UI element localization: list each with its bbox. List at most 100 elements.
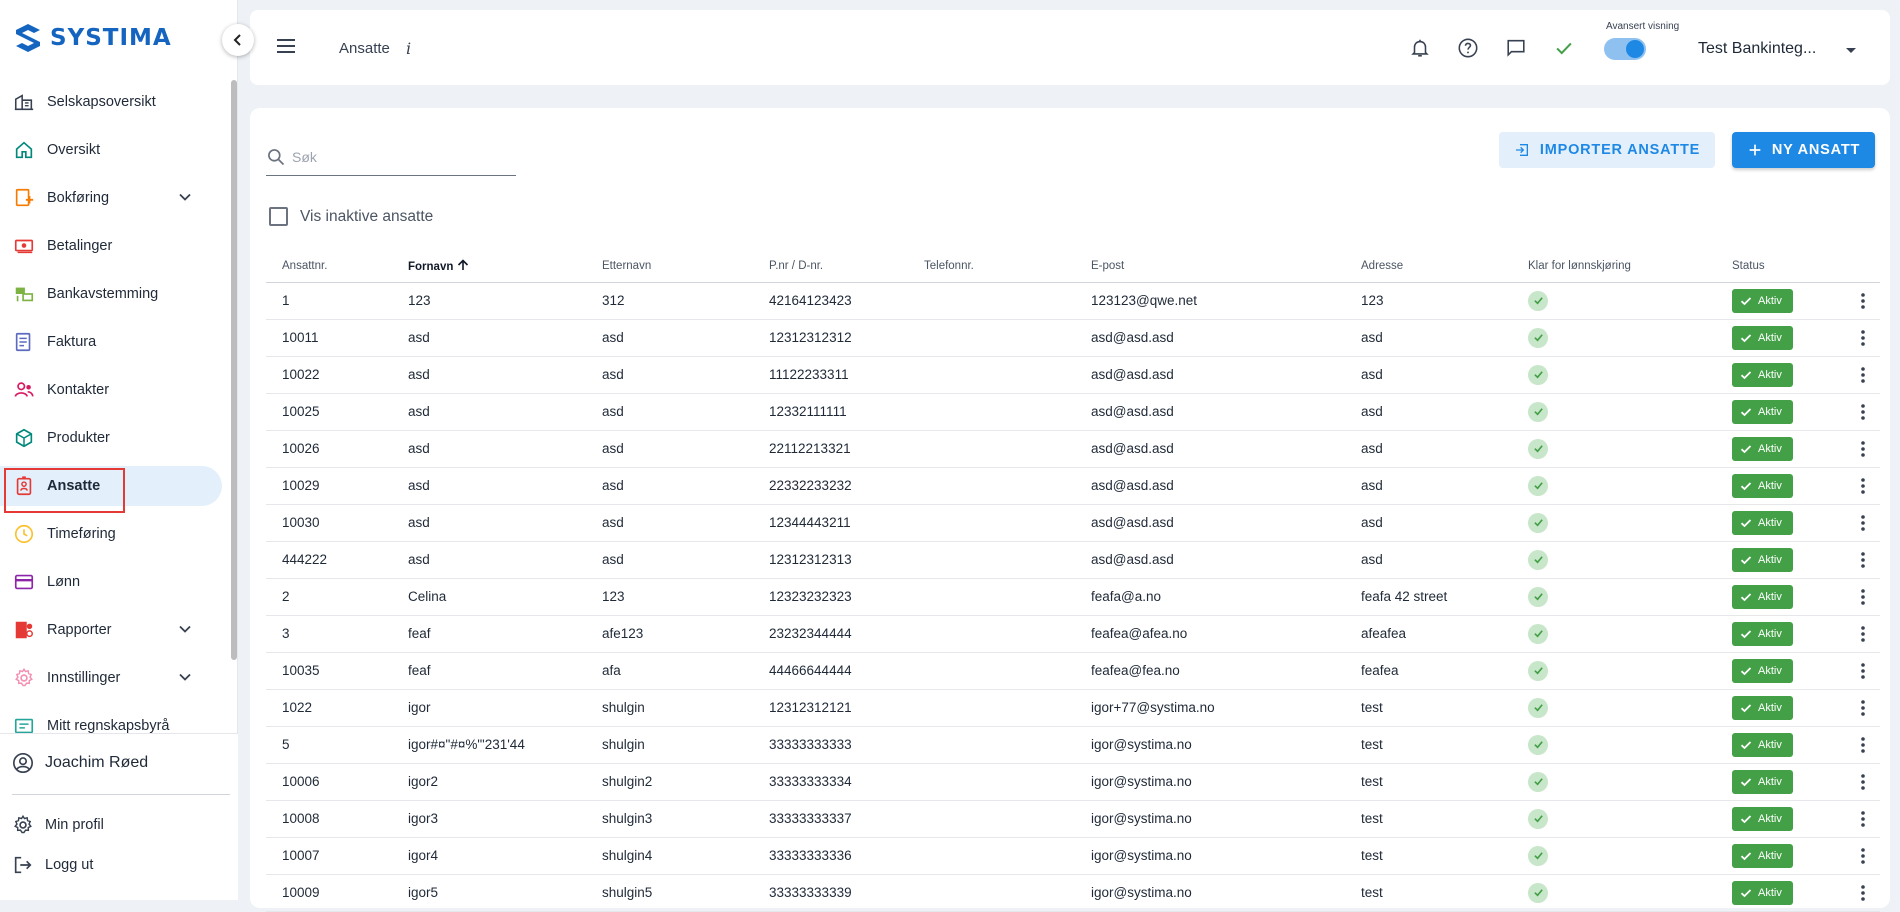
search-input[interactable]: Søk [292, 149, 317, 165]
table-row[interactable]: 10022 asd asd 11122233311 asd@asd.asd asd Akti… [266, 356, 1880, 394]
row-actions-button[interactable] [1830, 504, 1880, 542]
sync-status-button[interactable] [1552, 36, 1576, 60]
status-badge[interactable]: Aktiv [1732, 621, 1793, 646]
row-actions-button[interactable] [1830, 689, 1880, 727]
new-employee-button[interactable]: NY ANSATT [1732, 132, 1875, 168]
row-actions-button[interactable] [1830, 726, 1880, 764]
row-actions-button[interactable] [1830, 615, 1880, 653]
row-actions-button[interactable] [1830, 874, 1880, 912]
company-selector[interactable]: Test Bankinteg... [1698, 40, 1816, 58]
table-row[interactable]: 10007 igor4 shulgin4 33333333336 igor@systim… [266, 837, 1880, 875]
status-badge[interactable]: Aktiv [1732, 732, 1793, 757]
column-header-first-name[interactable]: Fornavn [392, 250, 586, 283]
cell-phone [908, 578, 1075, 616]
help-button[interactable] [1456, 36, 1480, 60]
chevron-down-icon[interactable] [178, 622, 192, 641]
sidebar-item-invoice[interactable]: Faktura [0, 322, 232, 362]
status-badge[interactable]: Aktiv [1732, 806, 1793, 831]
show-inactive-checkbox-row[interactable]: Vis inaktive ansatte [269, 207, 433, 226]
row-actions-button[interactable] [1830, 282, 1880, 320]
sidebar-scrollbar[interactable] [231, 80, 237, 660]
status-badge[interactable]: Aktiv [1732, 399, 1793, 424]
column-header-payroll-ready[interactable]: Klar for lønnskjøring [1512, 250, 1716, 283]
sidebar-item-clock[interactable]: Timeføring [0, 514, 232, 554]
sidebar-item-employees[interactable]: Ansatte [0, 466, 222, 506]
sidebar-item-bank-reconciliation[interactable]: Bankavstemming [0, 274, 232, 314]
table-row[interactable]: 10029 asd asd 22332233232 asd@asd.asd asd Akti… [266, 467, 1880, 505]
systima-logo[interactable]: SYSTIMA [14, 22, 172, 54]
column-header-email[interactable]: E-post [1075, 250, 1345, 283]
status-badge[interactable]: Aktiv [1732, 510, 1793, 535]
status-badge[interactable]: Aktiv [1732, 362, 1793, 387]
table-row[interactable]: 3 feaf afe123 23232344444 feafea@afea.no afea… [266, 615, 1880, 653]
table-row[interactable]: 2 Celina 123 12323232323 feafa@a.no feafa 42 … [266, 578, 1880, 616]
import-employees-button[interactable]: IMPORTER ANSATTE [1499, 132, 1715, 168]
logout-link[interactable]: Logg ut [12, 854, 93, 876]
advanced-view-toggle[interactable] [1604, 38, 1646, 60]
table-row[interactable]: 10030 asd asd 12344443211 asd@asd.asd asd Akti… [266, 504, 1880, 542]
status-badge[interactable]: Aktiv [1732, 288, 1793, 313]
chevron-down-icon[interactable] [178, 190, 192, 209]
row-actions-button[interactable] [1830, 763, 1880, 801]
company-dropdown-button[interactable] [1844, 42, 1858, 60]
row-actions-button[interactable] [1830, 393, 1880, 431]
sidebar-item-company-overview[interactable]: Selskapsoversikt [0, 82, 232, 122]
table-row[interactable]: 10011 asd asd 12312312312 asd@asd.asd asd Akti… [266, 319, 1880, 357]
row-actions-button[interactable] [1830, 430, 1880, 468]
table-row[interactable]: 10008 igor3 shulgin3 33333333337 igor@systim… [266, 800, 1880, 838]
column-header-employee-number[interactable]: Ansattnr. [266, 250, 392, 283]
table-row[interactable]: 10035 feaf afa 44466644444 feafea@fea.no feaf… [266, 652, 1880, 690]
sidebar-item-payments[interactable]: Betalinger [0, 226, 232, 266]
status-badge[interactable]: Aktiv [1732, 658, 1793, 683]
column-header-personal-number[interactable]: P.nr / D-nr. [753, 250, 908, 283]
status-badge[interactable]: Aktiv [1732, 584, 1793, 609]
row-actions-button[interactable] [1830, 800, 1880, 838]
status-badge[interactable]: Aktiv [1732, 880, 1793, 905]
table-row[interactable]: 10025 asd asd 12332111111 asd@asd.asd asd Akti… [266, 393, 1880, 431]
search-field[interactable]: Søk [266, 138, 516, 176]
profile-link[interactable]: Min profil [12, 814, 104, 836]
sidebar-item-products[interactable]: Produkter [0, 418, 232, 458]
row-actions-button[interactable] [1830, 837, 1880, 875]
cell-phone [908, 689, 1075, 727]
status-badge[interactable]: Aktiv [1732, 436, 1793, 461]
status-badge[interactable]: Aktiv [1732, 769, 1793, 794]
sidebar-item-home[interactable]: Oversikt [0, 130, 232, 170]
sidebar-item-settings[interactable]: Innstillinger [0, 658, 232, 698]
user-row[interactable]: Joachim Røed [12, 752, 148, 774]
info-icon[interactable]: i [406, 39, 411, 58]
sidebar-item-reports[interactable]: Rapporter [0, 610, 232, 650]
messages-button[interactable] [1504, 36, 1528, 60]
row-actions-button[interactable] [1830, 541, 1880, 579]
show-inactive-checkbox[interactable] [269, 207, 288, 226]
status-badge[interactable]: Aktiv [1732, 843, 1793, 868]
column-header-status[interactable]: Status [1716, 250, 1830, 283]
table-row[interactable]: 1022 igor shulgin 12312312121 igor+77@systim… [266, 689, 1880, 727]
sidebar-item-salary[interactable]: Lønn [0, 562, 232, 602]
row-actions-button[interactable] [1830, 467, 1880, 505]
menu-button[interactable] [276, 38, 296, 59]
status-badge[interactable]: Aktiv [1732, 695, 1793, 720]
column-header-last-name[interactable]: Etternavn [586, 250, 753, 283]
table-row[interactable]: 1 123 312 42164123423 123123@qwe.net 123 Aktiv [266, 282, 1880, 320]
sidebar-item-contacts[interactable]: Kontakter [0, 370, 232, 410]
status-badge[interactable]: Aktiv [1732, 473, 1793, 498]
table-row[interactable]: 10009 igor5 shulgin5 33333333339 igor@systim… [266, 874, 1880, 912]
row-actions-button[interactable] [1830, 319, 1880, 357]
sidebar-item-bookkeeping[interactable]: Bokføring [0, 178, 232, 218]
table-row[interactable]: 5 igor#¤"#¤%"'231'44 shulgin 33333333333 igo… [266, 726, 1880, 764]
column-header-phone[interactable]: Telefonnr. [908, 250, 1075, 283]
row-actions-button[interactable] [1830, 652, 1880, 690]
row-actions-button[interactable] [1830, 578, 1880, 616]
notifications-button[interactable] [1408, 36, 1432, 60]
column-header-address[interactable]: Adresse [1345, 250, 1512, 283]
table-row[interactable]: 10006 igor2 shulgin2 33333333334 igor@systim… [266, 763, 1880, 801]
collapse-sidebar-button[interactable] [222, 24, 254, 56]
chevron-down-icon[interactable] [178, 670, 192, 689]
sidebar-footer: Joachim Røed Min profil Logg ut [0, 733, 238, 900]
status-badge[interactable]: Aktiv [1732, 325, 1793, 350]
row-actions-button[interactable] [1830, 356, 1880, 394]
table-row[interactable]: 10026 asd asd 22112213321 asd@asd.asd asd Akti… [266, 430, 1880, 468]
status-badge[interactable]: Aktiv [1732, 547, 1793, 572]
table-row[interactable]: 444222 asd asd 12312312313 asd@asd.asd asd Akt… [266, 541, 1880, 579]
